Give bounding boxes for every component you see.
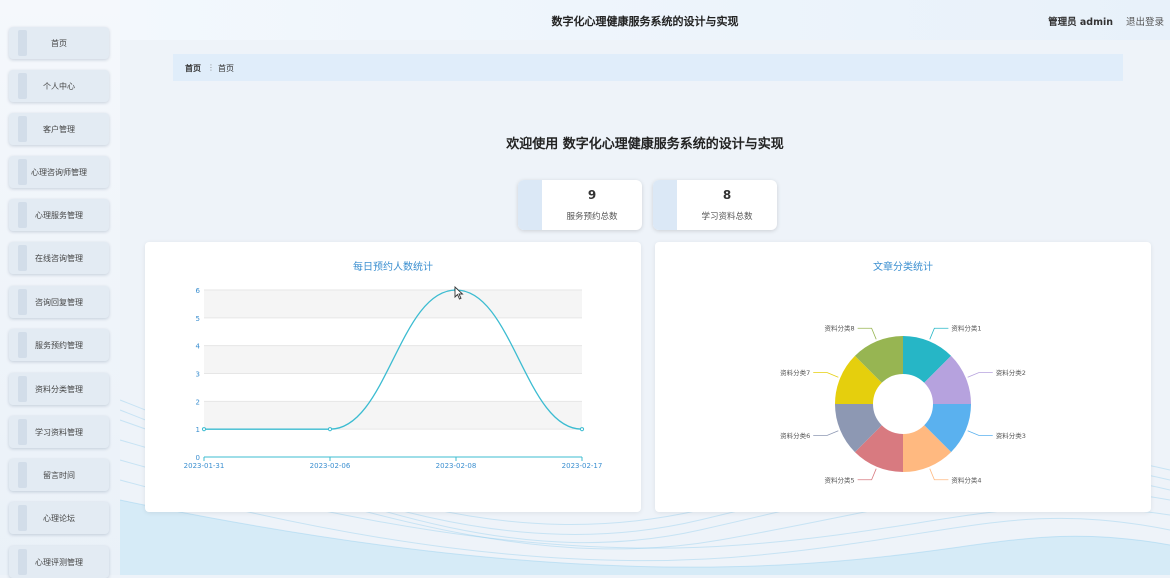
top-header: 数字化心理健康服务系统的设计与实现 管理员 admin 退出登录 bbox=[120, 0, 1170, 40]
x-tick-label: 2023-02-08 bbox=[436, 462, 477, 470]
slice-label: 资料分类6 bbox=[780, 431, 810, 440]
stat-card-accent bbox=[518, 180, 542, 230]
sidebar-item-services[interactable]: 心理服务管理 bbox=[9, 199, 109, 231]
logout-link[interactable]: 退出登录 bbox=[1126, 14, 1164, 28]
y-tick-label: 3 bbox=[196, 371, 200, 379]
sidebar-item-counselors[interactable]: 心理咨询师管理 bbox=[9, 156, 109, 188]
article-category-chart-card: 文章分类统计 资料分类1 资料分类2 资料分类3 资料分类4 资料分类5 资料分类6 资料分… bbox=[655, 242, 1151, 512]
label-leader-line bbox=[929, 468, 949, 481]
y-tick-label: 1 bbox=[196, 426, 200, 434]
daily-appointments-chart-card: 每日预约人数统计 0 1 2 3 4 5 6 2023-01-31 2023-02-06 2023… bbox=[145, 242, 641, 512]
stat-value: 8 bbox=[722, 188, 732, 202]
stat-label: 学习资料总数 bbox=[701, 212, 753, 222]
stat-card-accent bbox=[653, 180, 677, 230]
label-leader-line bbox=[813, 372, 839, 378]
y-tick-label: 2 bbox=[196, 398, 200, 406]
slice-label: 资料分类8 bbox=[824, 324, 854, 333]
breadcrumb: 首页 ⋮ 首页 bbox=[173, 54, 1123, 81]
slice-label: 资料分类3 bbox=[996, 431, 1026, 440]
label-leader-line bbox=[857, 468, 877, 481]
y-tick-label: 6 bbox=[196, 287, 201, 295]
x-tick-label: 2023-02-06 bbox=[310, 462, 351, 470]
slice-label: 资料分类5 bbox=[824, 475, 854, 484]
label-leader-line bbox=[929, 327, 949, 340]
welcome-heading: 欢迎使用 数字化心理健康服务系统的设计与实现 bbox=[506, 137, 784, 152]
sidebar-item-online-consult[interactable]: 在线咨询管理 bbox=[9, 242, 109, 274]
breadcrumb-home-link[interactable]: 首页 bbox=[185, 63, 201, 74]
slice-label: 资料分类4 bbox=[951, 475, 981, 484]
sidebar-item-personal-center[interactable]: 个人中心 bbox=[9, 70, 109, 102]
sidebar-item-consult-reply[interactable]: 咨询回复管理 bbox=[9, 286, 109, 318]
materials-count-card: 8 学习资料总数 bbox=[653, 180, 777, 230]
slice-label: 资料分类7 bbox=[780, 368, 810, 377]
grid-band bbox=[204, 290, 582, 318]
breadcrumb-separator: ⋮ bbox=[207, 63, 215, 72]
stat-value: 9 bbox=[587, 188, 597, 202]
label-leader-line bbox=[857, 327, 877, 340]
stat-label: 服务预约总数 bbox=[566, 212, 618, 222]
y-tick-label: 5 bbox=[196, 315, 200, 323]
system-title: 数字化心理健康服务系统的设计与实现 bbox=[551, 15, 739, 28]
slice-label: 资料分类1 bbox=[951, 324, 981, 333]
label-leader-line bbox=[813, 430, 839, 436]
sidebar-item-appointments[interactable]: 服务预约管理 bbox=[9, 329, 109, 361]
sidebar-item-forum[interactable]: 心理论坛 bbox=[9, 502, 109, 534]
sidebar-item-home[interactable]: 首页 bbox=[9, 27, 109, 59]
sidebar: 首页 个人中心 客户管理 心理咨询师管理 心理服务管理 在线咨询管理 咨询回复管… bbox=[0, 0, 120, 578]
line-chart: 0 1 2 3 4 5 6 2023-01-31 2023-02-06 2023-02-08 202… bbox=[184, 287, 603, 470]
sidebar-item-assessment[interactable]: 心理评测管理 bbox=[9, 546, 109, 578]
x-tick-label: 2023-02-17 bbox=[562, 462, 603, 470]
x-tick-label: 2023-01-31 bbox=[184, 462, 225, 470]
breadcrumb-current: 首页 bbox=[218, 64, 234, 73]
y-tick-label: 4 bbox=[196, 343, 201, 351]
sidebar-item-learning-materials[interactable]: 学习资料管理 bbox=[9, 416, 109, 448]
donut-chart: 资料分类1 资料分类2 资料分类3 资料分类4 资料分类5 资料分类6 资料分类7 资料分类8 bbox=[780, 324, 1026, 485]
label-leader-line bbox=[967, 430, 993, 436]
sidebar-item-material-categories[interactable]: 资料分类管理 bbox=[9, 373, 109, 405]
data-point[interactable] bbox=[327, 427, 333, 432]
grid-band bbox=[204, 401, 582, 430]
appointments-count-card: 9 服务预约总数 bbox=[518, 180, 642, 230]
sidebar-item-messages[interactable]: 留言时间 bbox=[9, 459, 109, 491]
label-leader-line bbox=[967, 372, 993, 378]
data-point[interactable] bbox=[579, 427, 585, 432]
mouse-cursor-icon bbox=[454, 286, 464, 300]
sidebar-item-customers[interactable]: 客户管理 bbox=[9, 113, 109, 145]
admin-user-label: 管理员 admin bbox=[1048, 17, 1113, 28]
slice-label: 资料分类2 bbox=[996, 368, 1026, 377]
data-point[interactable] bbox=[201, 427, 207, 432]
y-tick-label: 0 bbox=[196, 454, 200, 462]
